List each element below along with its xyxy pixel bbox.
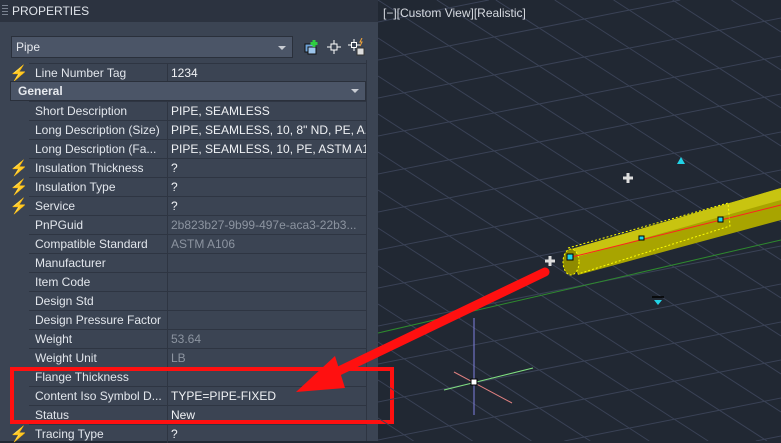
property-row[interactable]: Item Code: [29, 272, 366, 291]
section-header-general[interactable]: General: [10, 81, 366, 101]
plus-grip-icon: [545, 256, 555, 266]
grid-line: [496, 0, 781, 184]
property-row[interactable]: Design Std: [29, 291, 366, 310]
property-value[interactable]: ?: [168, 197, 366, 215]
3d-viewport[interactable]: [378, 0, 781, 441]
grid-line: [378, 284, 781, 364]
property-value[interactable]: ASTM A106: [168, 235, 366, 253]
grid-line: [378, 266, 649, 441]
property-value[interactable]: ?: [168, 178, 366, 196]
property-value[interactable]: PIPE, SEAMLESS, 10, PE, ASTM A1...: [168, 140, 366, 158]
grid-line: [378, 418, 414, 441]
property-name: Compatible Standard: [29, 235, 168, 253]
add-to-selection-icon[interactable]: [301, 37, 321, 57]
property-name: Long Description (Size): [29, 121, 168, 139]
grip-icon[interactable]: [2, 5, 8, 17]
property-name: Manufacturer: [29, 254, 168, 272]
property-row[interactable]: Insulation Thickness?: [29, 158, 366, 177]
palette-title-bar[interactable]: PROPERTIES: [0, 0, 378, 22]
grid-line: [564, 398, 781, 441]
grid-line: [378, 342, 531, 441]
object-type-value: Pipe: [16, 40, 40, 54]
grid-line: [378, 132, 781, 212]
property-row[interactable]: Long Description (Size)PIPE, SEAMLESS, 1…: [29, 120, 366, 139]
property-name: Insulation Thickness: [29, 159, 168, 177]
dynamic-property-icon: ⚡: [10, 158, 28, 177]
grip-arrow-down-icon: [654, 300, 662, 305]
section-title: General: [18, 84, 63, 98]
grid-line: [378, 304, 590, 441]
grid-line: [378, 56, 781, 136]
dynamic-property-icon: ⚡: [10, 63, 28, 82]
property-name: Long Description (Fa...: [29, 140, 168, 158]
property-name: Weight Unit: [29, 349, 168, 367]
property-row-line-number-tag[interactable]: Line Number Tag 1234: [29, 63, 366, 82]
property-value[interactable]: ?: [168, 159, 366, 177]
property-row[interactable]: Compatible StandardASTM A106: [29, 234, 366, 253]
palette-title: PROPERTIES: [12, 4, 89, 18]
plus-grip-icon: [623, 173, 633, 183]
dynamic-property-icon: ⚡: [10, 177, 28, 196]
property-name: Item Code: [29, 273, 168, 291]
property-name: Short Description: [29, 102, 168, 120]
property-value[interactable]: 2b823b27-9b99-497e-aca3-22b3...: [168, 216, 366, 234]
property-name: Line Number Tag: [29, 64, 168, 82]
property-name: Weight: [29, 330, 168, 348]
object-type-dropdown[interactable]: Pipe: [11, 36, 293, 58]
grid-line: [378, 114, 781, 374]
ucs-icon: [444, 318, 533, 415]
property-value[interactable]: 53.64: [168, 330, 366, 348]
grid-line: [378, 380, 473, 441]
grid-line: [437, 0, 781, 222]
property-value[interactable]: PIPE, SEAMLESS, 10, 8" ND, PE, A...: [168, 121, 366, 139]
property-name: Service: [29, 197, 168, 215]
property-name: Design Pressure Factor: [29, 311, 168, 329]
chevron-down-icon: [278, 46, 286, 50]
property-value[interactable]: [168, 292, 366, 310]
dynamic-property-icon: ⚡: [10, 196, 28, 215]
property-value[interactable]: [168, 311, 366, 329]
grid-line: [378, 18, 781, 98]
property-value[interactable]: [168, 254, 366, 272]
highlight-box: [10, 367, 394, 424]
property-value[interactable]: 1234: [168, 64, 366, 82]
grid-line: [555, 0, 781, 146]
property-value[interactable]: LB: [168, 349, 366, 367]
property-value[interactable]: ?: [168, 425, 366, 443]
grid-line: [378, 360, 781, 440]
property-row[interactable]: PnPGuid2b823b27-9b99-497e-aca3-22b3...: [29, 215, 366, 234]
property-name: PnPGuid: [29, 216, 168, 234]
quick-select-icon[interactable]: [347, 37, 367, 57]
property-row[interactable]: Short DescriptionPIPE, SEAMLESS: [29, 101, 366, 120]
grip-icon: [718, 217, 723, 222]
grid-line: [378, 228, 708, 441]
property-row[interactable]: Long Description (Fa...PIPE, SEAMLESS, 1…: [29, 139, 366, 158]
grid-line: [378, 152, 781, 412]
select-objects-icon[interactable]: [324, 37, 344, 57]
chevron-down-icon: [351, 89, 359, 93]
property-name: Insulation Type: [29, 178, 168, 196]
property-row[interactable]: Tracing Type?: [29, 424, 366, 443]
property-value[interactable]: PIPE, SEAMLESS: [168, 102, 366, 120]
property-row[interactable]: Design Pressure Factor: [29, 310, 366, 329]
property-value[interactable]: [168, 273, 366, 291]
property-row[interactable]: Service?: [29, 196, 366, 215]
property-name: Design Std: [29, 292, 168, 310]
grid-line: [378, 94, 781, 174]
property-name: Tracing Type: [29, 425, 168, 443]
property-row[interactable]: Weight53.64: [29, 329, 366, 348]
property-row[interactable]: Manufacturer: [29, 253, 366, 272]
grip-icon: [639, 236, 644, 240]
grid-line: [731, 0, 781, 32]
grid-line: [378, 322, 781, 402]
dynamic-property-icon: ⚡: [10, 424, 28, 443]
viewport-controls-label[interactable]: [−][Custom View][Realistic]: [383, 6, 526, 20]
grip-icon: [567, 254, 573, 260]
property-row[interactable]: Weight UnitLB: [29, 348, 366, 367]
grip-arrow-up-icon: [677, 157, 685, 164]
property-row[interactable]: Insulation Type?: [29, 177, 366, 196]
